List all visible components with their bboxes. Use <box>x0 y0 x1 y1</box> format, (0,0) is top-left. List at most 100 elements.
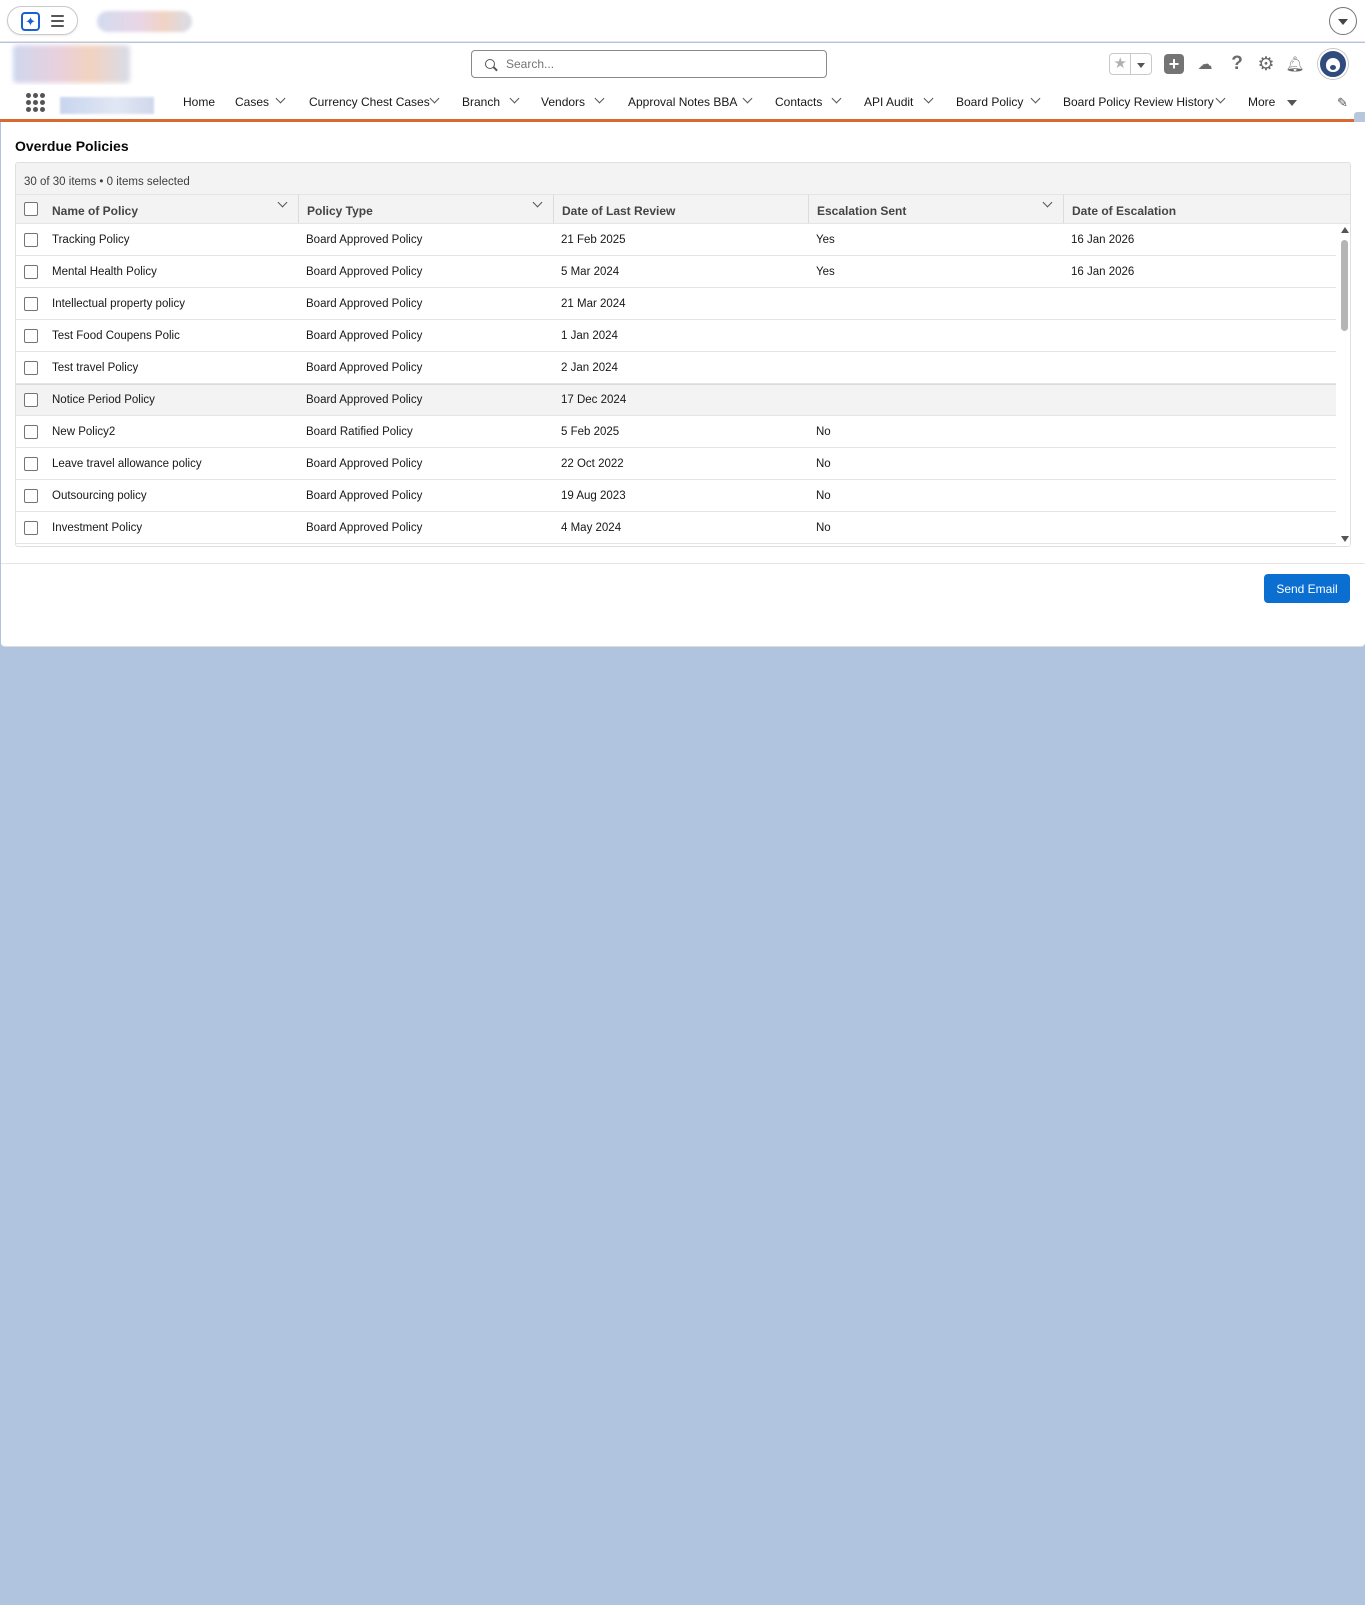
row-checkbox[interactable] <box>24 393 38 407</box>
nav-item-contacts[interactable]: Contacts <box>775 85 822 119</box>
nav-item-home[interactable]: Home <box>183 85 215 119</box>
favorites-group[interactable]: ★ <box>1109 53 1152 75</box>
chevron-down-icon[interactable] <box>742 93 753 104</box>
table-row[interactable]: Outsourcing policy Board Approved Policy… <box>16 480 1336 512</box>
column-header-policy-type[interactable]: Policy Type <box>298 195 558 223</box>
cell-last-review: 5 Feb 2025 <box>561 426 620 438</box>
chevron-down-icon[interactable] <box>1329 7 1357 35</box>
cell-policy-type: Board Approved Policy <box>306 458 423 470</box>
column-label: Date of Last Review <box>562 204 676 218</box>
sparkle-icon[interactable]: ✦ <box>21 12 40 31</box>
blurred-tab <box>97 11 192 32</box>
column-header-name-of-policy[interactable]: Name of Policy <box>44 195 304 223</box>
cell-name: Intellectual property policy <box>52 298 185 310</box>
select-all-checkbox[interactable] <box>24 202 38 216</box>
cell-name: Leave travel allowance policy <box>52 458 202 470</box>
global-search[interactable] <box>471 50 827 78</box>
nav-item-branch[interactable]: Branch <box>462 85 500 119</box>
app-launcher-icon[interactable] <box>26 93 45 112</box>
table-row-hovered[interactable]: Notice Period Policy Board Approved Poli… <box>16 384 1336 416</box>
row-checkbox[interactable] <box>24 265 38 279</box>
table-header: Name of Policy Policy Type Date of Last … <box>16 194 1350 224</box>
avatar[interactable] <box>1318 49 1348 79</box>
policies-table: 30 of 30 items • 0 items selected Name o… <box>15 162 1351 547</box>
chevron-down-icon[interactable] <box>923 93 934 104</box>
chevron-down-icon[interactable] <box>1030 93 1041 104</box>
table-body: Tracking Policy Board Approved Policy 21… <box>16 224 1336 546</box>
more-dropdown-icon[interactable] <box>1287 100 1297 106</box>
cell-last-review: 22 Oct 2022 <box>561 458 624 470</box>
column-label: Date of Escalation <box>1072 204 1177 218</box>
nav-item-board-policy-review-history[interactable]: Board Policy Review History <box>1063 85 1214 119</box>
search-icon <box>485 59 495 69</box>
footer-divider <box>1 563 1365 564</box>
edit-nav-icon[interactable]: ✎ <box>1337 95 1348 111</box>
cell-name: New Policy2 <box>52 426 116 438</box>
row-checkbox[interactable] <box>24 521 38 535</box>
chevron-down-icon[interactable] <box>831 93 842 104</box>
table-row[interactable]: Leave travel allowance policy Board Appr… <box>16 448 1336 480</box>
cell-name: Test travel Policy <box>52 362 139 374</box>
cell-policy-type: Board Approved Policy <box>306 362 423 374</box>
hamburger-icon[interactable] <box>51 15 64 27</box>
nav-bar: Home Cases Currency Chest Cases Branch V… <box>0 85 1365 122</box>
scroll-up-icon[interactable] <box>1341 227 1349 233</box>
gear-icon[interactable]: ⚙ <box>1255 53 1277 75</box>
cell-policy-type: Board Approved Policy <box>306 522 423 534</box>
table-row[interactable]: Mental Health Policy Board Approved Poli… <box>16 256 1336 288</box>
row-checkbox[interactable] <box>24 425 38 439</box>
nav-item-vendors[interactable]: Vendors <box>541 85 585 119</box>
nav-item-currency-chest-cases[interactable]: Currency Chest Cases <box>309 85 430 119</box>
chevron-down-icon[interactable] <box>275 93 286 104</box>
cell-last-review: 5 Mar 2024 <box>561 266 620 278</box>
app-launcher-pill[interactable]: ✦ <box>7 6 78 35</box>
chevron-down-icon[interactable] <box>594 93 605 104</box>
help-icon[interactable]: ? <box>1226 53 1248 75</box>
scroll-thumb[interactable] <box>1341 240 1348 331</box>
scroll-down-icon[interactable] <box>1341 536 1349 542</box>
cell-policy-type: Board Approved Policy <box>306 490 423 502</box>
column-header-date-of-escalation[interactable]: Date of Escalation <box>1063 195 1319 223</box>
nav-item-api-audit[interactable]: API Audit <box>864 85 913 119</box>
nav-more[interactable]: More <box>1248 85 1275 119</box>
row-checkbox[interactable] <box>24 233 38 247</box>
nav-item-board-policy[interactable]: Board Policy <box>956 85 1023 119</box>
cell-name: Outsourcing policy <box>52 490 147 502</box>
overdue-policies-card: Overdue Policies 30 of 30 items • 0 item… <box>1 122 1365 647</box>
trailhead-icon[interactable]: ☁ <box>1194 53 1216 75</box>
global-actions-icon[interactable]: + <box>1164 54 1184 74</box>
cell-last-review: 1 Jan 2024 <box>561 330 618 342</box>
table-item-count: 30 of 30 items • 0 items selected <box>16 163 1350 194</box>
row-checkbox[interactable] <box>24 457 38 471</box>
search-input[interactable] <box>506 51 816 77</box>
row-checkbox[interactable] <box>24 361 38 375</box>
table-row[interactable]: New Policy2 Board Ratified Policy 5 Feb … <box>16 416 1336 448</box>
send-email-button[interactable]: Send Email <box>1264 574 1350 603</box>
row-checkbox[interactable] <box>24 329 38 343</box>
top-strip: ✦ <box>0 0 1365 42</box>
cell-name: Test Food Coupens Polic <box>52 330 180 342</box>
table-row[interactable]: Test travel Policy Board Approved Policy… <box>16 352 1336 384</box>
table-row[interactable]: Intellectual property policy Board Appro… <box>16 288 1336 320</box>
favorites-dropdown-icon[interactable] <box>1131 54 1151 74</box>
star-icon[interactable]: ★ <box>1110 54 1132 74</box>
chevron-down-icon[interactable] <box>429 93 440 104</box>
cell-name: Notice Period Policy <box>52 394 155 406</box>
column-label: Escalation Sent <box>817 204 907 218</box>
table-row[interactable]: Tracking Policy Board Approved Policy 21… <box>16 224 1336 256</box>
row-checkbox[interactable] <box>24 297 38 311</box>
bell-icon[interactable]: 🔔︎ <box>1284 53 1306 75</box>
column-header-date-of-last-review[interactable]: Date of Last Review <box>553 195 813 223</box>
table-scrollbar[interactable] <box>1338 224 1350 546</box>
column-header-escalation-sent[interactable]: Escalation Sent <box>808 195 1068 223</box>
cell-escalation-sent: Yes <box>816 234 835 246</box>
table-row[interactable]: Investment Policy Board Approved Policy … <box>16 512 1336 544</box>
cell-policy-type: Board Approved Policy <box>306 394 423 406</box>
row-checkbox[interactable] <box>24 489 38 503</box>
table-row[interactable]: Test Food Coupens Polic Board Approved P… <box>16 320 1336 352</box>
chevron-down-icon[interactable] <box>1215 93 1226 104</box>
nav-item-cases[interactable]: Cases <box>235 85 269 119</box>
nav-item-approval-notes-bba[interactable]: Approval Notes BBA <box>628 85 737 119</box>
chevron-down-icon[interactable] <box>509 93 520 104</box>
cell-name: Mental Health Policy <box>52 266 157 278</box>
